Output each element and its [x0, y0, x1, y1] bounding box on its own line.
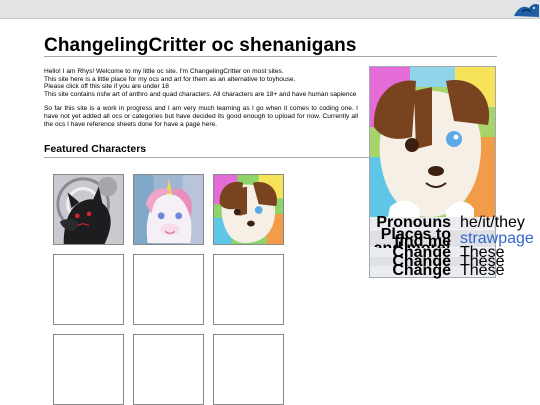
intro-line: Hello! I am Rhys! Welcome to my little o…: [44, 68, 284, 75]
character-tile-empty[interactable]: [133, 334, 204, 405]
character-tile-empty[interactable]: [213, 334, 284, 405]
character-tile-border-collie[interactable]: [213, 174, 284, 245]
browser-top-bar: [0, 0, 540, 19]
character-infobox: Pronouns he/it/they Places to find me an…: [369, 66, 534, 279]
character-tile-empty[interactable]: [213, 254, 284, 325]
character-tile-empty[interactable]: [133, 254, 204, 325]
character-tile-empty[interactable]: [53, 334, 124, 405]
character-tile-black-wolf[interactable]: [53, 174, 124, 245]
border-collie-image: [214, 175, 283, 244]
intro-text: Hello! I am Rhys! Welcome to my little o…: [44, 68, 358, 128]
infobox-portrait: [370, 67, 495, 217]
character-tile-unicorn[interactable]: [133, 174, 204, 245]
intro-line: Please click off this site if you are un…: [44, 83, 169, 91]
change-value: These: [460, 262, 505, 279]
intro-paragraph: So far this site is a work in progress a…: [44, 105, 358, 128]
dragon-logo-icon: [514, 4, 539, 17]
intro-line: This site here is a little place for my …: [44, 75, 296, 83]
featured-characters-heading: Featured Characters: [44, 143, 147, 155]
change-label: Change: [392, 262, 451, 279]
intro-line: This site contains nsfw art of anthro an…: [44, 90, 357, 98]
border-collie-portrait-image: [370, 67, 495, 217]
pronouns-label: Pronouns: [376, 214, 451, 231]
character-tile-empty[interactable]: [53, 254, 124, 325]
infobox-row-change: Change These: [370, 262, 504, 279]
title-divider: [44, 56, 497, 57]
pronouns-value: he/it/they: [460, 214, 525, 231]
black-wolf-image: [54, 175, 123, 244]
strawpage-link[interactable]: strawpage: [460, 231, 534, 247]
page-title: ChangelingCritter oc shenanigans: [44, 35, 357, 56]
unicorn-image: [134, 175, 203, 244]
featured-divider: [44, 157, 370, 158]
